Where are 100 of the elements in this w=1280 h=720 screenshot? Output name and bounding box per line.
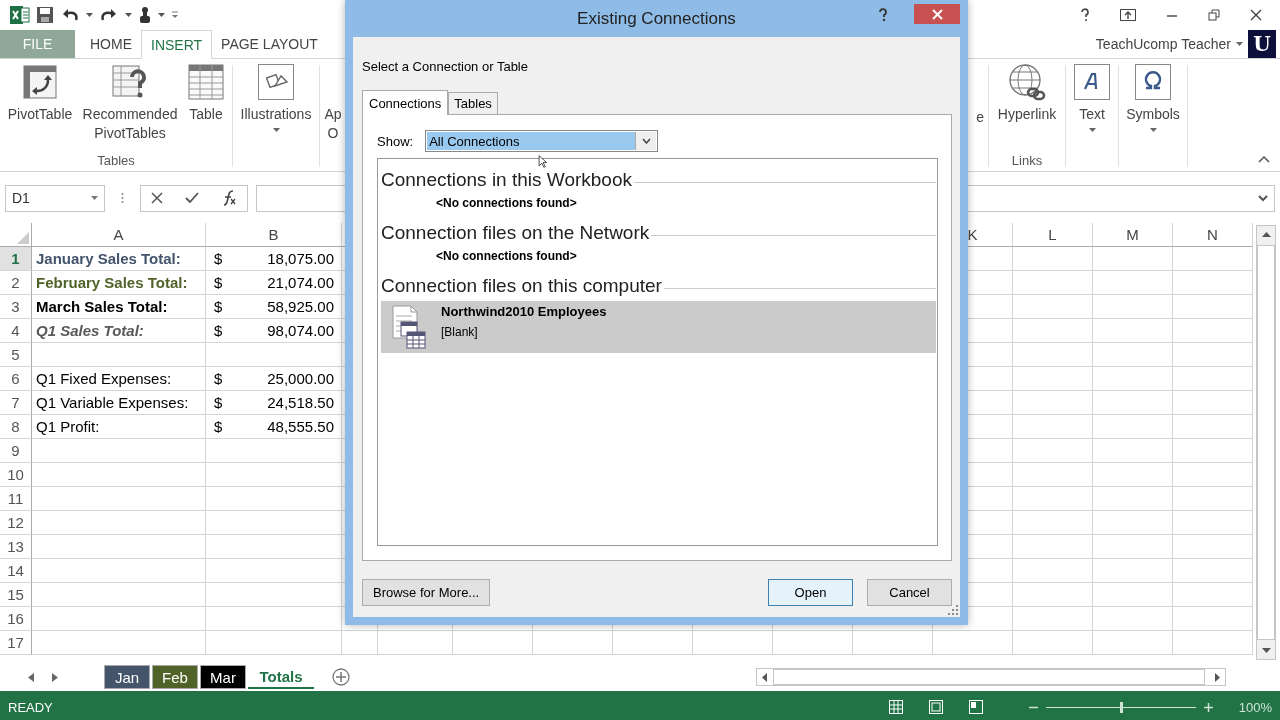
empty-message: <No connections found> xyxy=(436,249,578,263)
ribbon-command[interactable]: e xyxy=(976,109,984,125)
vertical-scrollbar[interactable] xyxy=(1256,225,1276,660)
save-icon[interactable] xyxy=(36,6,54,24)
connection-description: [Blank] xyxy=(441,325,479,339)
close-button[interactable] xyxy=(914,4,960,24)
table-cell-text: Q1 Fixed Expenses: xyxy=(35,370,172,387)
touch-icon[interactable] xyxy=(138,6,152,24)
page-break-icon[interactable] xyxy=(968,700,983,714)
row-header[interactable]: 16 xyxy=(0,607,32,631)
ribbon-command[interactable]: Ap O xyxy=(324,105,342,143)
page-layout-icon[interactable] xyxy=(928,700,943,714)
row-header[interactable]: 8 xyxy=(0,415,32,439)
row-header[interactable]: 5 xyxy=(0,343,32,367)
scroll-up-icon[interactable] xyxy=(1261,232,1271,237)
caret-icon xyxy=(1088,128,1096,132)
ribbon-command[interactable]: Table xyxy=(184,63,228,124)
row-header[interactable]: 17 xyxy=(0,631,32,655)
row-header[interactable]: 6 xyxy=(0,367,32,391)
account-name[interactable]: TeachUcomp Teacher xyxy=(1095,36,1231,52)
new-sheet-icon[interactable] xyxy=(332,668,350,686)
amount-cell: 98,074.00 xyxy=(267,322,334,339)
ribbon-command[interactable]: Symbols xyxy=(1123,63,1183,132)
customize-icon[interactable] xyxy=(171,11,179,19)
currency-symbol: $ xyxy=(214,322,223,339)
ribbon-command[interactable]: Recommended PivotTables xyxy=(78,63,182,143)
column-header[interactable]: A xyxy=(113,226,124,243)
zoom-level[interactable]: 100% xyxy=(1238,699,1272,715)
caret-icon xyxy=(272,128,280,132)
ribbon-command[interactable]: Text xyxy=(1070,63,1114,132)
ribbon-display-icon[interactable] xyxy=(1120,9,1136,21)
row-header[interactable]: 2 xyxy=(0,271,32,295)
column-header[interactable]: B xyxy=(268,226,279,243)
caret-icon[interactable] xyxy=(91,196,98,200)
sheet-tab[interactable]: Feb xyxy=(152,665,198,689)
browse-button[interactable]: Browse for More... xyxy=(362,579,491,606)
dialog-button[interactable]: Open xyxy=(768,579,853,606)
column-header[interactable]: L xyxy=(1048,226,1057,243)
row-header[interactable]: 4 xyxy=(0,319,32,343)
help-icon[interactable] xyxy=(1080,8,1090,22)
sheet-tab[interactable]: Mar xyxy=(200,665,246,689)
row-header[interactable]: 1 xyxy=(0,247,32,271)
redo-icon[interactable] xyxy=(99,7,119,23)
column-header[interactable]: K xyxy=(967,226,978,243)
group-label: Links xyxy=(1011,153,1043,168)
column-header[interactable]: M xyxy=(1126,226,1139,243)
previous-sheet-icon[interactable] xyxy=(28,672,34,682)
drag-handle-icon[interactable] xyxy=(121,192,124,204)
row-header[interactable]: 12 xyxy=(0,511,32,535)
dialog-button[interactable]: Cancel xyxy=(867,579,952,606)
help-icon[interactable] xyxy=(878,8,888,22)
sheet-tab[interactable]: Jan xyxy=(104,665,150,689)
status-text: READY xyxy=(8,699,53,715)
normal-view-icon[interactable] xyxy=(888,700,903,714)
connection-item[interactable]: Northwind2010 Employees [Blank] xyxy=(381,301,936,353)
cancel-icon[interactable] xyxy=(151,192,163,204)
scroll-right-icon[interactable] xyxy=(1215,672,1220,682)
show-dropdown[interactable]: All Connections xyxy=(425,130,659,152)
expand-icon[interactable] xyxy=(1258,194,1268,202)
row-header[interactable]: 10 xyxy=(0,463,32,487)
row-header[interactable]: 3 xyxy=(0,295,32,319)
next-sheet-icon[interactable] xyxy=(52,672,58,682)
globe-link-icon xyxy=(1008,63,1046,101)
column-header[interactable]: N xyxy=(1207,226,1218,243)
ribbon-tab[interactable]: PAGE LAYOUT xyxy=(212,30,327,58)
dialog-tab[interactable]: Tables xyxy=(448,92,498,114)
group-label: Tables xyxy=(97,153,135,168)
resize-grip-icon[interactable] xyxy=(948,605,958,615)
empty-message: <No connections found> xyxy=(436,196,578,210)
row-header[interactable]: 11 xyxy=(0,487,32,511)
ribbon-command[interactable]: Illustrations xyxy=(237,63,315,132)
currency-symbol: $ xyxy=(214,418,223,435)
ribbon-tab[interactable]: HOME xyxy=(81,30,141,58)
close-icon[interactable] xyxy=(1250,9,1262,21)
zoom-in-icon[interactable] xyxy=(1203,702,1213,712)
ribbon-tab[interactable]: INSERT xyxy=(141,30,213,59)
caret-icon[interactable] xyxy=(158,12,165,18)
row-header[interactable]: 15 xyxy=(0,583,32,607)
dialog-prompt: Select a Connection or Table xyxy=(362,59,529,74)
restore-icon[interactable] xyxy=(1208,9,1220,21)
horizontal-scrollbar[interactable] xyxy=(756,668,1226,686)
scroll-left-icon[interactable] xyxy=(762,672,767,682)
ribbon-command[interactable]: Hyperlink xyxy=(993,63,1061,124)
connection-name: Northwind2010 Employees xyxy=(441,304,607,319)
caret-icon[interactable] xyxy=(125,12,132,18)
ribbon-command[interactable]: PivotTable xyxy=(4,63,76,124)
row-header[interactable]: 9 xyxy=(0,439,32,463)
row-header[interactable]: 13 xyxy=(0,535,32,559)
function-icon[interactable] xyxy=(221,190,237,206)
caret-icon[interactable] xyxy=(1236,41,1243,47)
row-header[interactable]: 14 xyxy=(0,559,32,583)
pivot-table-icon xyxy=(23,65,57,99)
name-box[interactable]: D1 xyxy=(5,184,105,212)
scroll-down-icon[interactable] xyxy=(1261,648,1271,653)
row-header[interactable]: 7 xyxy=(0,391,32,415)
dialog-tab[interactable]: Connections xyxy=(362,90,449,115)
caret-icon[interactable] xyxy=(86,12,93,18)
avatar[interactable]: U xyxy=(1248,30,1276,58)
check-icon[interactable] xyxy=(185,192,199,204)
collapse-ribbon-icon[interactable] xyxy=(1258,156,1270,163)
